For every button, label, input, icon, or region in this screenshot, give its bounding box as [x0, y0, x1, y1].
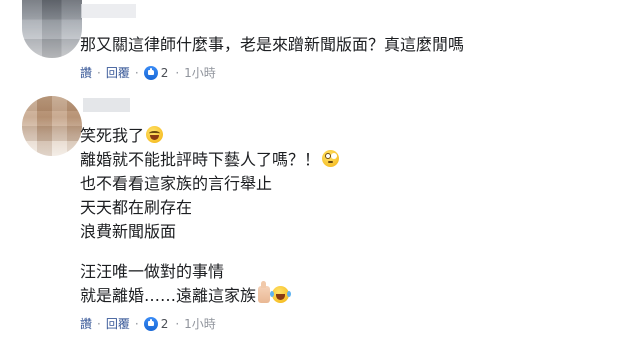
- like-button[interactable]: 讚: [80, 316, 92, 332]
- avatar[interactable]: [22, 0, 82, 58]
- separator-dot: ·: [175, 317, 180, 331]
- timestamp[interactable]: 1小時: [184, 65, 216, 81]
- like-button[interactable]: 讚: [80, 65, 92, 81]
- like-icon[interactable]: [143, 66, 158, 80]
- comment-actions: 讚 · 回覆 · 2 · 1小時: [80, 316, 216, 332]
- thumbs-up-icon: [258, 281, 271, 303]
- comment-text: 那又關這律師什麼事，老是來蹭新聞版面？真這麼閒嗎: [80, 35, 465, 54]
- separator-dot: ·: [97, 317, 101, 331]
- reply-button[interactable]: 回覆: [106, 316, 130, 332]
- avatar[interactable]: [22, 96, 82, 156]
- separator-dot: ·: [134, 66, 139, 80]
- comment-text-line: 天天都在刷存在: [80, 198, 193, 217]
- timestamp[interactable]: 1小時: [184, 316, 216, 332]
- face-with-rolling-eyes-icon: [322, 150, 340, 167]
- reaction-count[interactable]: 2: [161, 316, 169, 332]
- separator-dot: ·: [97, 66, 101, 80]
- like-icon[interactable]: [143, 317, 158, 331]
- grinning-squinting-face-icon: [146, 126, 164, 143]
- separator-dot: ·: [134, 317, 139, 331]
- redacted-author-name[interactable]: [81, 4, 136, 18]
- comment-actions: 讚 · 回覆 · 2 · 1小時: [80, 65, 216, 81]
- comment-text-line: 汪汪唯一做對的事情: [80, 262, 225, 281]
- reaction-count[interactable]: 2: [161, 65, 169, 81]
- comment-thread: 那又關這律師什麼事，老是來蹭新聞版面？真這麼閒嗎 讚 · 回覆 · 2 · 1小…: [0, 0, 640, 338]
- reply-button[interactable]: 回覆: [106, 65, 130, 81]
- comment-text-line: 就是離婚……遠離這家族: [80, 281, 290, 306]
- separator-dot: ·: [175, 66, 180, 80]
- face-with-tears-of-joy-icon: [270, 286, 290, 303]
- comment-text-line: 離婚就不能批評時下藝人了嗎？！: [80, 150, 340, 170]
- redacted-author-name[interactable]: [83, 98, 130, 112]
- comment-text-line: 笑死我了: [80, 126, 164, 146]
- comment-text-line: 浪費新聞版面: [80, 222, 177, 241]
- comment-text-line: 也不看看這家族的言行舉止: [80, 174, 273, 193]
